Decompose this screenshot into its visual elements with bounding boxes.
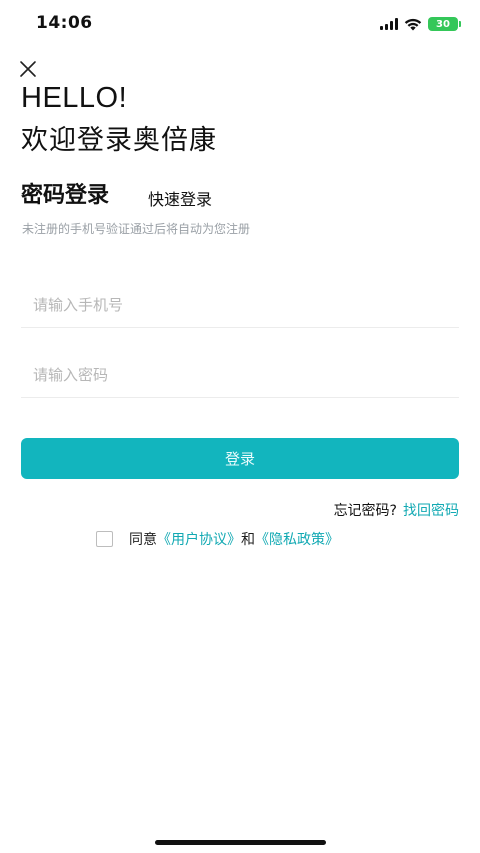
status-time: 14:06 <box>36 13 93 33</box>
recover-password-link[interactable]: 找回密码 <box>403 500 459 520</box>
tab-quick-login[interactable]: 快速登录 <box>148 186 212 210</box>
agreement-prefix: 同意 <box>129 532 157 548</box>
home-indicator[interactable] <box>155 840 326 845</box>
password-input[interactable] <box>21 352 459 398</box>
close-icon[interactable] <box>19 60 37 78</box>
user-agreement-link[interactable]: 《用户协议》 <box>157 529 241 549</box>
status-bar: 14:06 30 <box>0 0 480 48</box>
welcome-title: 欢迎登录奥倍康 <box>21 125 217 156</box>
battery-charging-icon: 30 <box>428 17 461 31</box>
battery-level: 30 <box>436 18 450 30</box>
agreement-row: 同意 《用户协议》 和 《隐私政策》 <box>96 529 339 549</box>
privacy-policy-link[interactable]: 《隐私政策》 <box>255 529 339 549</box>
hello-title: HELLO! <box>21 82 128 114</box>
login-button[interactable]: 登录 <box>21 438 459 479</box>
agreement-checkbox[interactable] <box>96 531 113 547</box>
phone-input[interactable] <box>21 282 459 328</box>
signal-icon <box>380 18 398 30</box>
status-icons: 30 <box>380 16 461 32</box>
login-screen: 14:06 30 HELLO! 欢迎登录奥倍康 密码登录 快速登录 未注册的手机… <box>0 0 480 853</box>
register-hint: 未注册的手机号验证通过后将自动为您注册 <box>22 222 251 236</box>
wifi-icon <box>404 18 422 30</box>
tab-password-login[interactable]: 密码登录 <box>21 177 109 209</box>
forgot-password-row: 忘记密码? 找回密码 <box>334 500 459 520</box>
agreement-and: 和 <box>241 532 255 548</box>
forgot-password-question: 忘记密码? <box>333 503 397 519</box>
